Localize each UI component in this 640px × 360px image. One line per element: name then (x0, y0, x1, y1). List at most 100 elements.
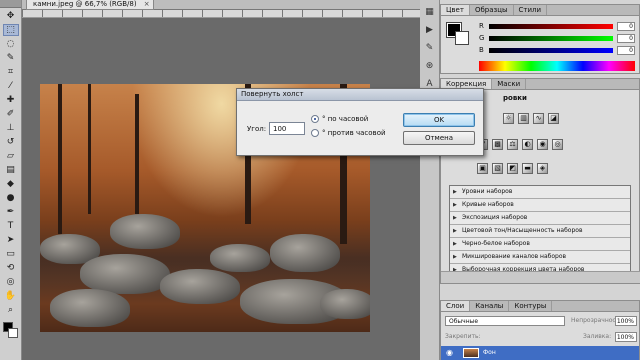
fill-label: Заливка: (583, 333, 612, 340)
eye-icon[interactable]: ◉ (446, 346, 453, 360)
angle-input[interactable]: 100 (269, 122, 305, 135)
background-color-swatch[interactable] (8, 328, 18, 338)
threshold-icon[interactable]: ◩ (507, 163, 518, 174)
history-icon[interactable]: ▦ (423, 6, 437, 18)
photo-filter-icon[interactable]: ◉ (537, 139, 548, 150)
path-selection-tool-icon[interactable]: ➤ (3, 234, 19, 246)
gradient-tool-icon[interactable]: ▤ (3, 164, 19, 176)
hue-saturation-icon[interactable]: ▩ (492, 139, 503, 150)
crop-tool-icon[interactable]: ⌗ (3, 66, 19, 78)
clockwise-label: ° по часовой (322, 115, 369, 123)
blend-mode-select[interactable]: Обычные (445, 316, 565, 326)
preset-item[interactable]: Черно-белое наборов (450, 238, 630, 251)
invert-icon[interactable]: ▣ (477, 163, 488, 174)
rock (160, 269, 240, 304)
zoom-tool-icon[interactable]: ⌕ (3, 304, 19, 316)
layer-row[interactable]: ◉ Фон (441, 346, 639, 360)
adjustment-icons-row-3: ▣ ▧ ◩ ▬ ◈ (477, 163, 548, 174)
counterclockwise-radio[interactable]: ° против часовой (311, 129, 386, 137)
preset-item[interactable]: Микширование каналов наборов (450, 251, 630, 264)
cancel-button[interactable]: Отмена (403, 131, 475, 145)
3d-rotate-tool-icon[interactable]: ⟲ (3, 262, 19, 274)
preset-item[interactable]: Уровни наборов (450, 186, 630, 199)
tab-masks[interactable]: Маски (492, 79, 527, 89)
pen-tool-icon[interactable]: ✒ (3, 206, 19, 218)
eyedropper-tool-icon[interactable]: ⁄ (3, 80, 19, 92)
layers-panel-tabs: Слои Каналы Контуры (441, 301, 639, 312)
clone-stamp-tool-icon[interactable]: ⊥ (3, 122, 19, 134)
blue-channel-value[interactable]: 0 (617, 46, 635, 55)
radio-selected-icon[interactable] (311, 115, 319, 123)
brightness-icon[interactable]: ☼ (503, 113, 514, 124)
preset-item[interactable]: Цветовой тон/Насыщенность наборов (450, 225, 630, 238)
adjustment-icons-row-1: ☼ ▥ ∿ ◪ (503, 113, 559, 124)
history-brush-tool-icon[interactable]: ↺ (3, 136, 19, 148)
opacity-field[interactable]: 100% (615, 316, 637, 326)
dodge-tool-icon[interactable]: ● (3, 192, 19, 204)
color-balance-icon[interactable]: ⚖ (507, 139, 518, 150)
clone-source-icon[interactable]: ⊛ (423, 60, 437, 72)
actions-icon[interactable]: ▶ (423, 24, 437, 36)
color-panel-tabs: Цвет Образцы Стили (441, 5, 639, 16)
marquee-tool-icon[interactable]: ⬚ (2, 24, 19, 36)
red-channel-value[interactable]: 0 (617, 22, 635, 31)
red-channel-label: R (479, 22, 484, 30)
color-spectrum-ramp[interactable] (479, 61, 635, 71)
red-channel-slider[interactable]: R 0 (479, 22, 635, 32)
preset-item[interactable]: Кривые наборов (450, 199, 630, 212)
quick-select-tool-icon[interactable]: ✎ (3, 52, 19, 64)
document-area: камни.jpeg @ 66,7% (RGB/8) × (22, 0, 420, 360)
levels-icon[interactable]: ▥ (518, 113, 529, 124)
blue-channel-track[interactable] (489, 48, 613, 53)
green-channel-track[interactable] (489, 36, 613, 41)
move-tool-icon[interactable]: ✥ (3, 10, 19, 22)
selective-color-icon[interactable]: ◈ (537, 163, 548, 174)
ok-button[interactable]: OK (403, 113, 475, 127)
radio-unselected-icon[interactable] (311, 129, 319, 137)
tab-channels[interactable]: Каналы (470, 301, 510, 311)
rock (320, 289, 370, 319)
background-color-chip[interactable] (455, 31, 469, 45)
posterize-icon[interactable]: ▧ (492, 163, 503, 174)
tree-trunk (88, 84, 91, 214)
tab-paths[interactable]: Контуры (509, 301, 553, 311)
hand-tool-icon[interactable]: ✋ (3, 290, 19, 302)
channel-mixer-icon[interactable]: ◎ (552, 139, 563, 150)
blue-channel-slider[interactable]: B 0 (479, 46, 635, 56)
lasso-tool-icon[interactable]: ◌ (3, 38, 19, 50)
black-white-icon[interactable]: ◐ (522, 139, 533, 150)
shape-tool-icon[interactable]: ▭ (3, 248, 19, 260)
tab-swatches[interactable]: Образцы (470, 5, 514, 15)
document-tab[interactable]: камни.jpeg @ 66,7% (RGB/8) × (26, 0, 154, 10)
right-panels: ▦ ▶ ✎ ⊛ A ¶ Цвет Образцы Стили R 0 G 0 B… (420, 0, 640, 360)
type-tool-icon[interactable]: T (3, 220, 19, 232)
gradient-map-icon[interactable]: ▬ (522, 163, 533, 174)
curves-icon[interactable]: ∿ (533, 113, 544, 124)
eraser-tool-icon[interactable]: ▱ (3, 150, 19, 162)
exposure-icon[interactable]: ◪ (548, 113, 559, 124)
toolbox-grip[interactable] (0, 0, 21, 8)
green-channel-value[interactable]: 0 (617, 34, 635, 43)
blur-tool-icon[interactable]: ◆ (3, 178, 19, 190)
close-icon[interactable]: × (144, 0, 150, 9)
healing-brush-tool-icon[interactable]: ✚ (3, 94, 19, 106)
rock (270, 234, 340, 272)
green-channel-slider[interactable]: G 0 (479, 34, 635, 44)
angle-label: Угол: (247, 125, 267, 133)
document-tab-bar: камни.jpeg @ 66,7% (RGB/8) × (22, 0, 420, 10)
tab-styles[interactable]: Стили (514, 5, 548, 15)
clockwise-radio[interactable]: ° по часовой (311, 115, 368, 123)
rock (50, 289, 130, 327)
tab-layers[interactable]: Слои (441, 301, 471, 311)
preset-item[interactable]: Экспозиция наборов (450, 212, 630, 225)
brush-tool-icon[interactable]: ✐ (3, 108, 19, 120)
layers-panel: Слои Каналы Контуры Обычные Непрозрачнос… (440, 300, 640, 360)
brushes-icon[interactable]: ✎ (423, 42, 437, 54)
rock (210, 244, 270, 272)
adjustments-footer (441, 271, 640, 283)
tab-color[interactable]: Цвет (441, 5, 470, 15)
horizontal-ruler (22, 10, 420, 18)
3d-orbit-tool-icon[interactable]: ◎ (3, 276, 19, 288)
red-channel-track[interactable] (489, 24, 613, 29)
fill-field[interactable]: 100% (615, 332, 637, 342)
